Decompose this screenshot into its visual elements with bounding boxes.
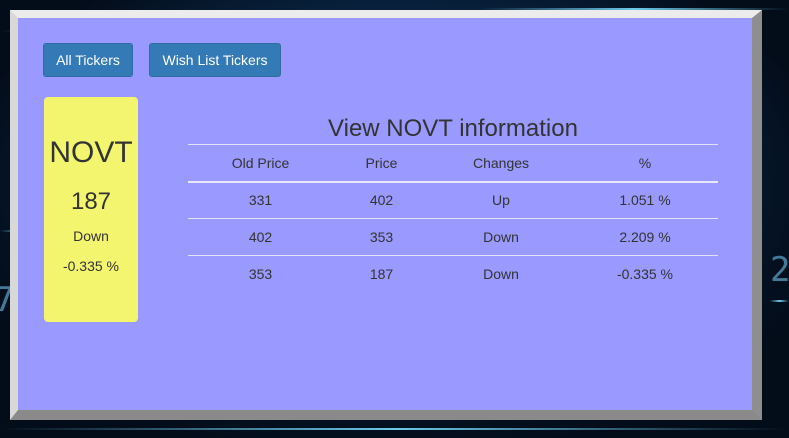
cell-price: 402 xyxy=(369,192,394,209)
cell-percent: -0.335 % xyxy=(616,266,674,283)
all-tickers-button[interactable]: All Tickers xyxy=(43,43,133,77)
background-streak xyxy=(0,428,789,430)
cell-changes: Down xyxy=(483,266,519,283)
background-glyph: 2 xyxy=(770,250,789,290)
main-panel: All Tickers Wish List Tickers NOVT 187 D… xyxy=(10,10,762,420)
ticker-symbol: NOVT xyxy=(49,136,133,169)
wish-list-tickers-button[interactable]: Wish List Tickers xyxy=(149,43,281,77)
cell-price: 187 xyxy=(369,266,394,283)
cell-price: 353 xyxy=(369,229,394,245)
column-header-price: Price xyxy=(365,154,398,171)
ticker-percent: -0.335 % xyxy=(62,258,120,274)
table-row: 331 402 Up 1.051 % xyxy=(188,182,718,219)
column-header-percent: % xyxy=(638,154,652,171)
price-history-table: Old Price Price Changes % 331 402 Up 1.0… xyxy=(188,144,718,293)
ticker-card: NOVT 187 Down -0.335 % xyxy=(44,97,138,322)
table-row: 353 187 Down -0.335 % xyxy=(188,256,718,293)
info-heading: View NOVT information xyxy=(328,115,578,142)
cell-changes: Up xyxy=(492,192,510,209)
background-streak xyxy=(770,300,789,302)
cell-old-price: 353 xyxy=(248,266,273,283)
cell-percent: 2.209 % xyxy=(619,229,671,245)
cell-old-price: 331 xyxy=(248,192,273,209)
cell-old-price: 402 xyxy=(248,229,273,245)
ticker-price: 187 xyxy=(70,188,112,215)
column-header-old-price: Old Price xyxy=(231,154,290,171)
cell-percent: 1.051 % xyxy=(619,192,671,209)
table-row: 402 353 Down 2.209 % xyxy=(188,219,718,256)
ticker-direction: Down xyxy=(73,228,109,244)
column-header-changes: Changes xyxy=(472,154,530,171)
table-header-row: Old Price Price Changes % xyxy=(188,144,718,182)
cell-changes: Down xyxy=(483,229,519,245)
